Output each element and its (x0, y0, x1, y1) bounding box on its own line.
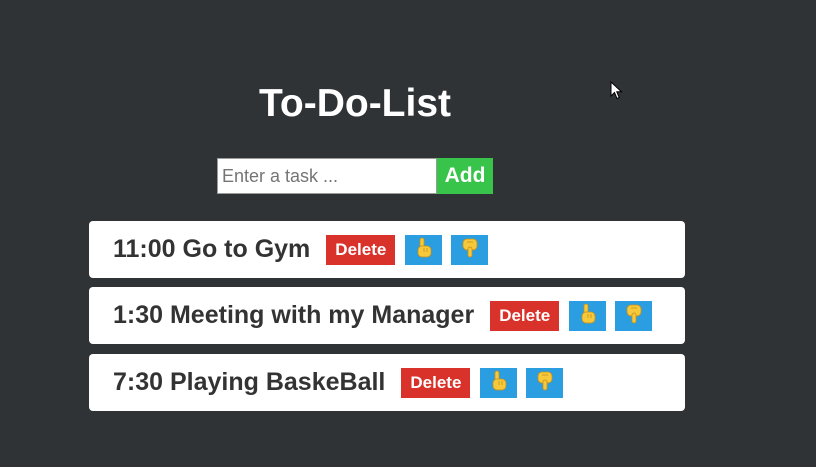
thumbs-up-button[interactable] (405, 234, 443, 265)
task-item: 1:30 Meeting with my Manager Delete (89, 287, 685, 344)
delete-button[interactable]: Delete (326, 234, 396, 265)
task-input[interactable] (217, 158, 437, 194)
task-form: Add (217, 158, 493, 194)
pointing-up-hand-icon (414, 237, 434, 262)
delete-button[interactable]: Delete (490, 300, 560, 331)
page-title: To-Do-List (258, 82, 452, 125)
add-button[interactable]: Add (437, 158, 493, 194)
pointing-up-hand-icon (489, 370, 509, 395)
app-root: To-Do-List Add 11:00 Go to Gym Delete (0, 0, 816, 467)
thumbs-down-icon (460, 237, 480, 262)
thumbs-down-button[interactable] (615, 300, 653, 331)
task-text: 1:30 Meeting with my Manager (113, 301, 475, 329)
thumbs-down-button[interactable] (526, 367, 564, 398)
task-item: 11:00 Go to Gym Delete (89, 221, 685, 278)
thumbs-up-button[interactable] (480, 367, 518, 398)
thumbs-up-button[interactable] (569, 300, 607, 331)
pointing-up-hand-icon (578, 303, 598, 328)
task-item: 7:30 Playing BaskeBall Delete (89, 354, 685, 411)
task-text: 7:30 Playing BaskeBall (113, 368, 386, 396)
delete-button[interactable]: Delete (401, 367, 471, 398)
thumbs-down-icon (624, 303, 644, 328)
mouse-cursor-icon (610, 80, 624, 106)
thumbs-down-button[interactable] (451, 234, 489, 265)
task-text: 11:00 Go to Gym (113, 235, 311, 263)
thumbs-down-icon (535, 370, 555, 395)
